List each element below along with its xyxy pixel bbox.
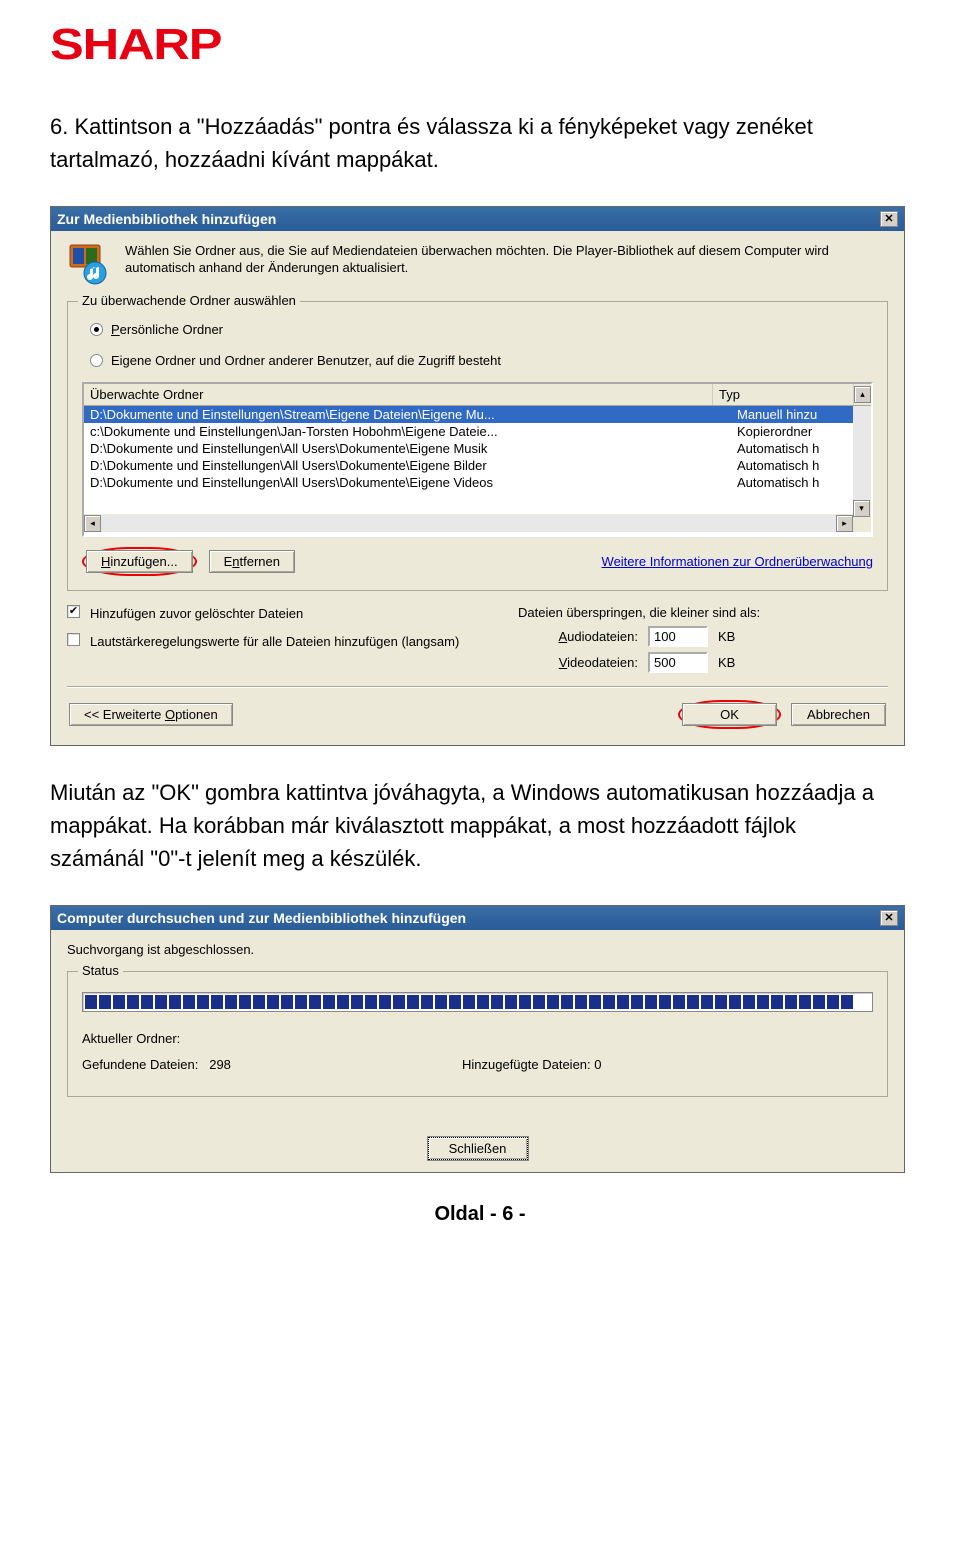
add-to-library-dialog: Zur Medienbibliothek hinzufügen ✕ Wählen…: [50, 206, 905, 746]
list-item[interactable]: D:\Dokumente und Einstellungen\Stream\Ei…: [84, 406, 871, 423]
add-folder-button[interactable]: Hinzufügen...: [86, 550, 193, 573]
radio-personal[interactable]: PPersönliche Ordnerersönliche Ordner: [90, 322, 869, 337]
dialog1-titlebar: Zur Medienbibliothek hinzufügen ✕: [51, 207, 904, 231]
highlight-circle-ok: OK: [678, 700, 781, 729]
close-button[interactable]: Schließen: [428, 1137, 528, 1160]
list-item[interactable]: D:\Dokumente und Einstellungen\All Users…: [84, 474, 871, 491]
list-item[interactable]: D:\Dokumente und Einstellungen\All Users…: [84, 457, 871, 474]
scroll-left-icon[interactable]: ◂: [84, 515, 101, 532]
dialog2-titlebar: Computer durchsuchen und zur Medienbibli…: [51, 906, 904, 930]
kb-unit: KB: [718, 655, 735, 670]
dialog2-title: Computer durchsuchen und zur Medienbibli…: [57, 910, 466, 926]
col-type[interactable]: Typ: [713, 384, 853, 405]
current-folder-label: Aktueller Ordner:: [82, 1026, 282, 1052]
added-files-value: 0: [594, 1057, 601, 1072]
dialog1-intro-text: Wählen Sie Ordner aus, die Sie auf Medie…: [125, 243, 888, 277]
audio-label: Audiodateien:: [518, 629, 638, 644]
after-ok-text: Miután az "OK" gombra kattintva jóváhagy…: [50, 776, 890, 875]
cancel-button[interactable]: Abbrechen: [791, 703, 886, 726]
found-files-label: Gefundene Dateien:: [82, 1057, 198, 1072]
scroll-right-icon[interactable]: ▸: [836, 515, 853, 532]
group-label: Zu überwachende Ordner auswählen: [78, 293, 300, 308]
radio2-label: Eigene Ordner und Ordner anderer Benutze…: [111, 353, 501, 368]
vertical-scrollbar[interactable]: ▾: [853, 406, 871, 517]
ok-button[interactable]: OK: [682, 703, 777, 726]
folder-listview[interactable]: Überwachte Ordner Typ ▴ D:\Dokumente und…: [82, 382, 873, 537]
video-size-input[interactable]: 500: [648, 652, 708, 673]
progress-bar: [82, 992, 873, 1012]
checkbox-volume-leveling[interactable]: Lautstärkeregelungswerte für alle Dateie…: [67, 633, 488, 651]
folder-watch-info-link[interactable]: Weitere Informationen zur Ordnerüberwach…: [602, 554, 873, 569]
search-complete-text: Suchvorgang ist abgeschlossen.: [67, 942, 888, 957]
status-group-label: Status: [78, 963, 123, 978]
status-group: Status Aktueller Ordner: Gefund: [67, 971, 888, 1097]
checkbox-add-deleted[interactable]: ✔ Hinzufügen zuvor gelöschter Dateien: [67, 605, 488, 623]
media-library-icon: [67, 243, 111, 287]
radio-shared[interactable]: Eigene Ordner und Ordner anderer Benutze…: [90, 353, 869, 368]
horizontal-scrollbar[interactable]: ◂ ▸: [84, 514, 871, 532]
skip-files-label: Dateien überspringen, die kleiner sind a…: [518, 605, 888, 620]
list-item[interactable]: c:\Dokumente und Einstellungen\Jan-Torst…: [84, 423, 871, 440]
folder-select-group: Zu überwachende Ordner auswählen PPersön…: [67, 301, 888, 591]
advanced-options-button[interactable]: << Erweiterte Optionen: [69, 703, 233, 726]
search-progress-dialog: Computer durchsuchen und zur Medienbibli…: [50, 905, 905, 1173]
kb-unit: KB: [718, 629, 735, 644]
dialog1-title: Zur Medienbibliothek hinzufügen: [57, 211, 276, 227]
remove-folder-button[interactable]: Entfernen: [209, 550, 295, 573]
close-icon[interactable]: ✕: [880, 211, 898, 227]
found-files-value: 298: [209, 1057, 231, 1072]
page-number: Oldal - 6 -: [50, 1203, 910, 1226]
close-icon[interactable]: ✕: [880, 910, 898, 926]
brand-logo: SHARP: [50, 20, 960, 70]
scroll-down-icon[interactable]: ▾: [853, 500, 870, 517]
instruction-text: 6. Kattintson a "Hozzáadás" pontra és vá…: [50, 110, 890, 176]
col-folder[interactable]: Überwachte Ordner: [84, 384, 713, 405]
video-label: Videodateien:: [518, 655, 638, 670]
list-item[interactable]: D:\Dokumente und Einstellungen\All Users…: [84, 440, 871, 457]
audio-size-input[interactable]: 100: [648, 626, 708, 647]
scroll-up-icon[interactable]: ▴: [854, 386, 871, 403]
added-files-label: Hinzugefügte Dateien:: [462, 1057, 591, 1072]
highlight-circle-add: Hinzufügen...: [82, 547, 197, 576]
